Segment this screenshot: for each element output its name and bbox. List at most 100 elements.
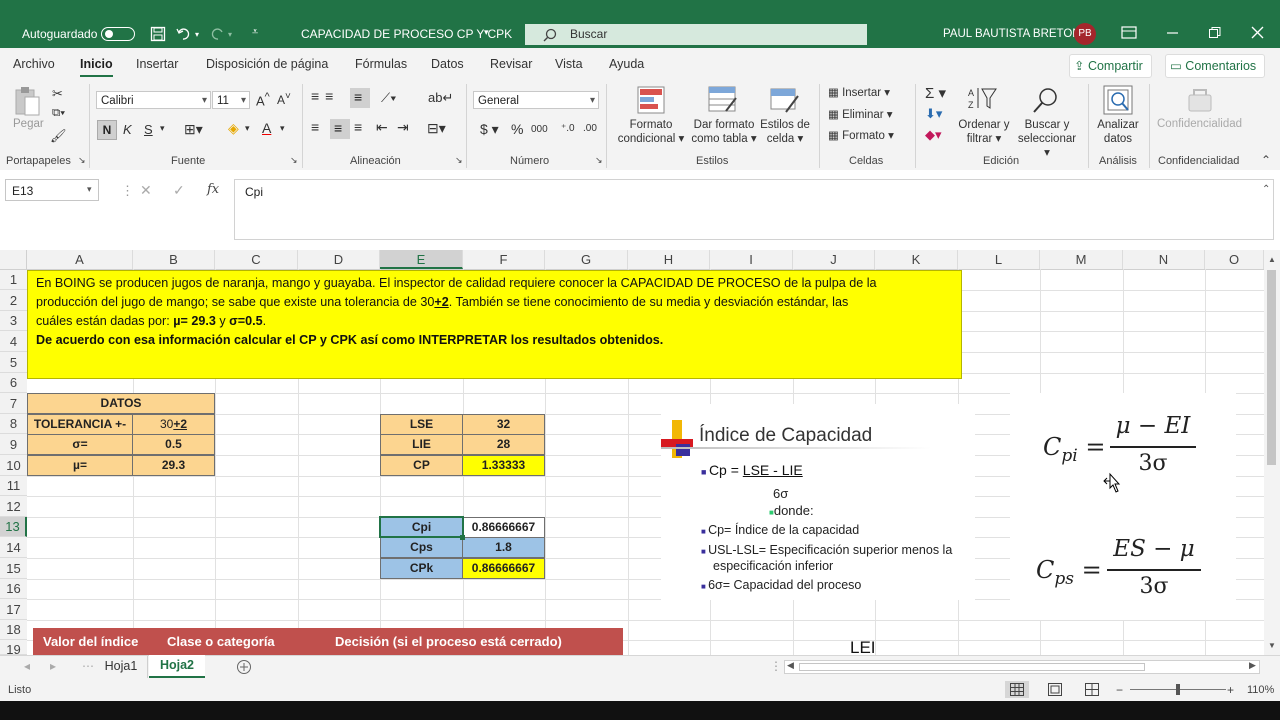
more-sheets-icon[interactable]: ⋯ — [82, 659, 94, 673]
row-header[interactable]: 16 — [0, 579, 27, 599]
share-button[interactable]: ⇪ Compartir — [1069, 54, 1152, 78]
scroll-down-icon[interactable]: ▼ — [1268, 641, 1276, 650]
format-table-button[interactable]: Dar formato como tabla ▾ — [686, 118, 762, 146]
scroll-right-icon[interactable]: ▶ — [1249, 660, 1256, 671]
tab-disposicion[interactable]: Disposición de página — [206, 57, 328, 71]
column-header[interactable]: C — [215, 250, 298, 269]
font-shrink-icon[interactable]: A˅ — [277, 91, 291, 107]
font-color-dropdown-icon[interactable]: ▾ — [280, 123, 285, 134]
capability-label[interactable]: CPk — [380, 558, 463, 579]
sensitivity-button[interactable]: Confidencialidad — [1157, 118, 1242, 130]
datos-label[interactable]: σ= — [27, 434, 133, 455]
fill-dropdown-icon[interactable]: ▾ — [245, 123, 250, 134]
capacity-slide-image[interactable]: Índice de Capacidad ■ Cp = LSE - LIE 6σ … — [661, 404, 975, 600]
ribbon-display-icon[interactable] — [1121, 26, 1137, 40]
capability-value[interactable]: 0.86666667 — [462, 517, 545, 538]
close-icon[interactable] — [1251, 26, 1265, 40]
vertical-scrollbar[interactable]: ▲ ▼ — [1264, 250, 1280, 655]
sort-filter-icon[interactable]: AZ — [968, 86, 998, 112]
undo-icon[interactable]: ▾ — [176, 26, 202, 42]
cut-icon[interactable]: ✂ — [52, 86, 63, 102]
autosum-icon[interactable]: Σ ▾ — [925, 84, 946, 102]
user-name[interactable]: PAUL BAUTISTA BRETON — [943, 28, 1081, 40]
column-header[interactable]: L — [958, 250, 1040, 269]
page-break-icon[interactable] — [1085, 683, 1099, 696]
row-header[interactable]: 2 — [0, 290, 27, 311]
launcher-icon[interactable]: ↘ — [455, 155, 463, 166]
document-title[interactable]: CAPACIDAD DE PROCESO CP Y CPK — [301, 27, 512, 41]
collapse-ribbon-icon[interactable]: ⌃ — [1261, 153, 1271, 167]
row-header[interactable]: 3 — [0, 311, 27, 331]
column-header[interactable]: B — [133, 250, 215, 269]
zoom-out-icon[interactable]: − — [1116, 683, 1123, 697]
clear-icon[interactable]: ◆▾ — [925, 127, 942, 143]
tab-insertar[interactable]: Insertar — [136, 57, 178, 71]
font-name-select[interactable]: Calibri — [96, 91, 211, 110]
column-header[interactable]: G — [545, 250, 628, 269]
copy-icon[interactable]: ⧉▾ — [52, 107, 65, 120]
bold-button[interactable]: N — [97, 120, 117, 140]
sensitivity-icon[interactable] — [1186, 85, 1216, 115]
decrease-decimal-icon[interactable]: .00 — [583, 123, 597, 134]
column-header[interactable]: D — [298, 250, 380, 269]
orientation-icon[interactable]: ⟋▾ — [381, 90, 396, 106]
zoom-slider-thumb[interactable] — [1176, 684, 1180, 695]
title-dropdown-icon[interactable]: ▾ — [484, 27, 489, 38]
vertical-scroll-thumb[interactable] — [1267, 270, 1276, 465]
launcher-icon[interactable]: ↘ — [78, 155, 86, 166]
tab-vista[interactable]: Vista — [555, 57, 583, 71]
row-header[interactable]: 5 — [0, 352, 27, 373]
page-layout-icon[interactable] — [1048, 683, 1062, 696]
underline-dropdown-icon[interactable]: ▾ — [160, 123, 165, 134]
percent-icon[interactable]: % — [511, 121, 523, 137]
datos-value[interactable]: 0.5 — [132, 434, 215, 455]
row-header[interactable]: 9 — [0, 434, 27, 455]
number-format-select[interactable]: General — [473, 91, 599, 110]
zoom-level[interactable]: 110% — [1247, 684, 1274, 696]
tab-formulas[interactable]: Fórmulas — [355, 57, 407, 71]
format-cells-button[interactable]: ▦ Formato ▾ — [828, 128, 894, 142]
tab-revisar[interactable]: Revisar — [490, 57, 532, 71]
spec-label[interactable]: CP — [380, 455, 463, 476]
more-options-icon[interactable]: ⋮ — [121, 183, 134, 199]
currency-icon[interactable]: $ ▾ — [480, 121, 499, 138]
find-select-button[interactable]: Buscar y seleccionar ▾ — [1014, 118, 1080, 160]
column-header[interactable]: J — [793, 250, 875, 269]
save-icon[interactable] — [150, 26, 166, 42]
zoom-in-icon[interactable]: + — [1227, 683, 1234, 697]
column-header[interactable]: H — [628, 250, 710, 269]
comments-button[interactable]: ▭ Comentarios — [1165, 54, 1266, 78]
row-header[interactable]: 8 — [0, 414, 27, 434]
border-icon[interactable]: ⊞▾ — [184, 121, 203, 138]
launcher-icon[interactable]: ↘ — [595, 155, 603, 166]
sheet-tab-hoja1[interactable]: Hoja1 — [95, 656, 148, 678]
align-right-icon[interactable]: ≡ — [354, 119, 362, 135]
tab-datos[interactable]: Datos — [431, 57, 464, 71]
cpk-value[interactable]: 0.86666667 — [462, 558, 545, 579]
spec-label[interactable]: LSE — [380, 414, 463, 435]
row-header[interactable]: 18 — [0, 620, 27, 640]
formula-input[interactable]: Cpi — [234, 179, 1274, 240]
cancel-icon[interactable]: ✕ — [140, 182, 152, 199]
expand-formula-icon[interactable]: ⌃ — [1262, 184, 1270, 195]
spec-value[interactable]: 28 — [462, 434, 545, 455]
autosave-toggle[interactable] — [101, 27, 135, 41]
tab-ayuda[interactable]: Ayuda — [609, 57, 644, 71]
increase-decimal-icon[interactable]: ⁺.0 — [561, 123, 575, 134]
insert-function-icon[interactable]: fx — [207, 182, 219, 197]
decrease-indent-icon[interactable]: ⇤ — [376, 119, 388, 136]
tab-archivo[interactable]: Archivo — [13, 57, 55, 71]
italic-button[interactable]: K — [123, 122, 132, 137]
name-box-dropdown-icon[interactable]: ▾ — [87, 184, 92, 195]
search-box[interactable]: Buscar — [525, 24, 867, 45]
font-size-select[interactable]: 11 — [212, 91, 250, 110]
tab-inicio[interactable]: Inicio — [80, 57, 113, 77]
sheet-tab-hoja2[interactable]: Hoja2 — [149, 655, 205, 678]
datos-label[interactable]: TOLERANCIA +- — [27, 414, 133, 435]
tab-split-icon[interactable]: ⋮ — [770, 659, 782, 673]
font-color-icon[interactable]: A — [262, 120, 271, 136]
scroll-left-icon[interactable]: ◀ — [787, 660, 794, 671]
capability-value[interactable]: 1.8 — [462, 537, 545, 558]
avatar[interactable]: PB — [1074, 23, 1096, 45]
cp-value[interactable]: 1.33333 — [462, 455, 545, 476]
